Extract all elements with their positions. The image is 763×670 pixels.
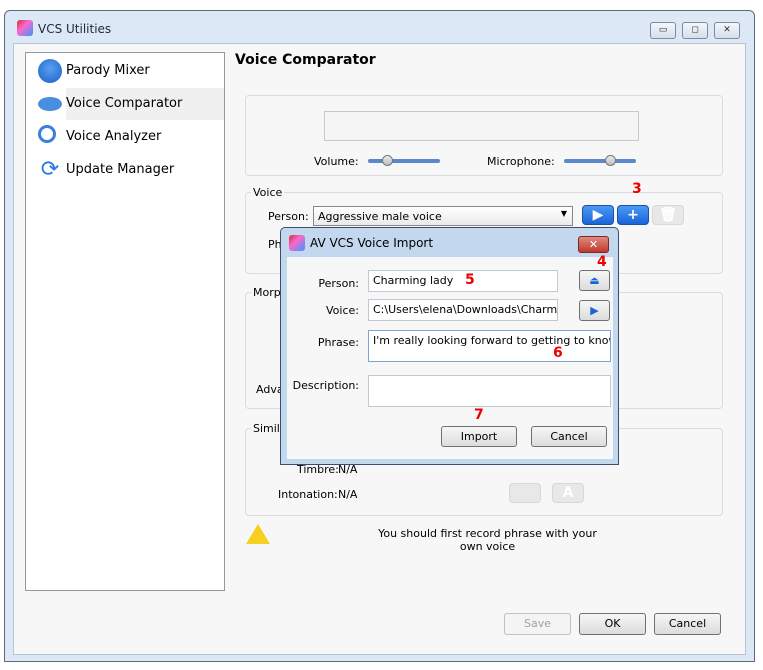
app-faces-icon xyxy=(289,235,305,251)
dialog-description-label: Description: xyxy=(292,379,359,392)
volume-slider-thumb[interactable] xyxy=(382,155,393,166)
trash-icon: 🗑 xyxy=(659,207,677,223)
microphone-slider[interactable] xyxy=(564,159,636,163)
level-meter xyxy=(324,111,639,141)
sidebar-item-label: Voice Comparator xyxy=(66,88,224,120)
page-title: Voice Comparator xyxy=(235,52,376,68)
window-title: VCS Utilities xyxy=(38,22,112,36)
dialog-phrase-label: Phrase: xyxy=(317,336,359,349)
intonation-label: Intonation: xyxy=(278,488,338,501)
volume-slider[interactable] xyxy=(368,159,440,163)
ok-button[interactable]: OK xyxy=(579,613,646,635)
plus-icon: + xyxy=(627,207,639,223)
person-dropdown[interactable]: Aggressive male voice ▼ xyxy=(313,206,573,226)
eject-icon: ⏏ xyxy=(589,274,600,287)
lips-icon xyxy=(38,97,62,111)
magnifier-wave-icon xyxy=(38,125,56,143)
compare-intonation-button[interactable]: A xyxy=(552,483,584,503)
annotation-4: 4 xyxy=(597,254,607,270)
dialog-phrase-input[interactable]: I'm really looking forward to getting to… xyxy=(368,330,611,362)
eject-button[interactable]: ⏏ xyxy=(579,270,610,291)
dialog-person-label: Person: xyxy=(318,277,359,290)
microphone-label: Microphone: xyxy=(487,155,555,168)
title-bar[interactable]: VCS Utilities ▭ ◻ ✕ xyxy=(5,11,754,43)
play-icon: ▶ xyxy=(590,304,599,317)
app-faces-icon xyxy=(17,20,33,36)
levels-group: Volume: Microphone: xyxy=(245,95,723,176)
sidebar-item-label: Voice Analyzer xyxy=(66,129,162,144)
sidebar-item-label: Parody Mixer xyxy=(66,63,150,78)
sidebar-item-voice-comparator[interactable]: Voice Comparator xyxy=(34,88,224,120)
maximize-button[interactable]: ◻ xyxy=(682,22,708,39)
play-button[interactable]: ▶ xyxy=(582,205,614,225)
sidebar-item-update-manager[interactable]: ⟳ Update Manager xyxy=(34,154,222,186)
dialog-person-input[interactable]: Charming lady xyxy=(368,270,558,292)
dialog-title: AV VCS Voice Import xyxy=(310,236,434,250)
sidebar-item-voice-analyzer[interactable]: Voice Analyzer xyxy=(34,121,222,153)
sidebar-item-label: Update Manager xyxy=(66,162,175,177)
delete-voice-button[interactable]: 🗑 xyxy=(652,205,684,225)
refresh-arrows-icon: ⟳ xyxy=(40,157,60,182)
microphone-slider-thumb[interactable] xyxy=(605,155,616,166)
person-label: Person: xyxy=(268,210,309,223)
sidebar: Parody Mixer Voice Comparator Voice Anal… xyxy=(25,52,225,591)
save-button[interactable]: Save xyxy=(504,613,571,635)
dialog-cancel-button[interactable]: Cancel xyxy=(531,426,607,447)
dialog-body: Person: Charming lady ⏏ Voice: C:\Users\… xyxy=(287,257,613,459)
annotation-5: 5 xyxy=(465,272,475,288)
chevron-down-icon: ▼ xyxy=(560,209,567,218)
play-icon: ▶ xyxy=(592,207,604,223)
face-icon xyxy=(38,59,62,83)
dialog-voice-label: Voice: xyxy=(326,304,359,317)
dialog-description-input[interactable] xyxy=(368,375,611,407)
import-button[interactable]: Import xyxy=(441,426,517,447)
close-icon: ✕ xyxy=(588,238,599,251)
volume-label: Volume: xyxy=(314,155,359,168)
warning-message: You should first record phrase with your… xyxy=(378,527,597,553)
compare-timbre-button[interactable] xyxy=(509,483,541,503)
close-button[interactable]: ✕ xyxy=(714,22,740,39)
intonation-value: N/A xyxy=(338,488,358,501)
annotation-6: 6 xyxy=(553,345,563,361)
annotation-7: 7 xyxy=(474,407,484,423)
sidebar-item-parody-mixer[interactable]: Parody Mixer xyxy=(34,55,222,87)
warning-icon xyxy=(246,524,270,544)
voice-import-dialog: AV VCS Voice Import ✕ Person: Charming l… xyxy=(280,227,619,465)
voice-group-label: Voice xyxy=(251,186,285,199)
minimize-button[interactable]: ▭ xyxy=(650,22,676,39)
dialog-play-button[interactable]: ▶ xyxy=(579,300,610,321)
annotation-3: 3 xyxy=(632,181,642,197)
person-dropdown-value: Aggressive male voice xyxy=(318,210,442,223)
dialog-close-button[interactable]: ✕ xyxy=(578,236,609,253)
cancel-button[interactable]: Cancel xyxy=(654,613,721,635)
add-voice-button[interactable]: + xyxy=(617,205,649,225)
dialog-voice-input[interactable]: C:\Users\elena\Downloads\Charminglady xyxy=(368,299,558,321)
